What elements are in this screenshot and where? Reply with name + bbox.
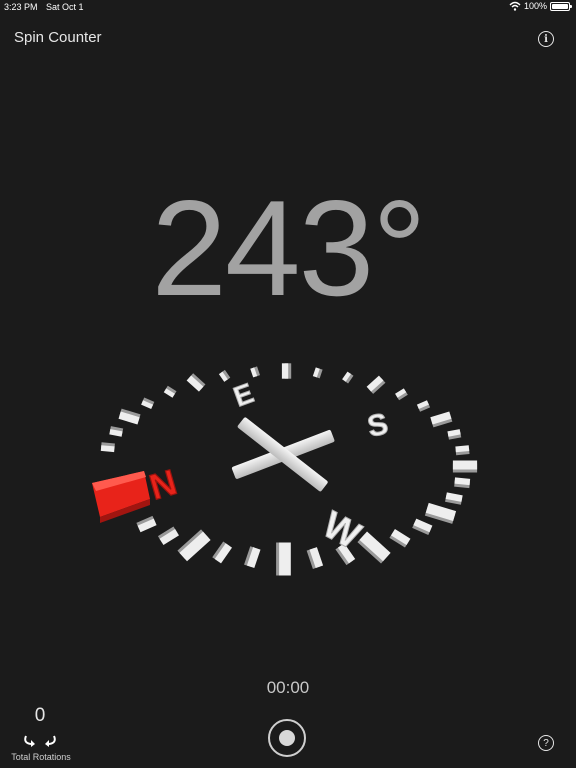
compass-tick — [244, 546, 261, 569]
status-time: 3:23 PM — [4, 2, 38, 12]
degree-readout: 243° — [151, 172, 426, 324]
compass-tick — [412, 518, 433, 535]
compass-tick — [416, 400, 431, 412]
compass-tick — [430, 411, 453, 428]
compass-tick — [424, 502, 457, 524]
compass-tick — [177, 529, 211, 562]
compass-tick — [306, 547, 324, 570]
app-title: Spin Counter — [14, 29, 102, 46]
record-button[interactable] — [268, 719, 306, 757]
compass-tick — [276, 542, 291, 576]
status-bar: 3:23 PM Sat Oct 1 100% — [0, 0, 576, 16]
compass-tick — [212, 541, 233, 564]
compass-tick — [186, 373, 206, 392]
wifi-icon — [509, 1, 521, 11]
total-rotations-label: Total Rotations — [11, 752, 71, 762]
battery-percent: 100% — [523, 1, 547, 11]
compass-tick — [250, 366, 261, 378]
compass-tick — [141, 397, 155, 410]
info-icon[interactable]: i — [538, 31, 554, 47]
compass-tick — [342, 371, 354, 384]
elapsed-timer: 00:00 — [266, 678, 310, 697]
compass-tick — [454, 477, 471, 489]
compass-tick — [447, 429, 462, 440]
compass-label-north: N — [145, 461, 181, 508]
status-indicators: 100% — [509, 1, 572, 11]
compass-label-west: W — [316, 504, 368, 558]
battery-icon — [550, 1, 572, 11]
compass-tick — [312, 367, 323, 379]
status-date: Sat Oct 1 — [46, 2, 84, 12]
compass-tick — [118, 408, 141, 425]
rotate-arrows-icon — [24, 735, 56, 747]
compass-tick — [100, 442, 115, 453]
help-icon[interactable]: ? — [538, 735, 554, 751]
compass-tick — [109, 426, 124, 437]
rotation-count: 0 — [34, 705, 46, 726]
compass-tick — [445, 492, 463, 505]
compass-north-marker: N — [92, 461, 182, 523]
compass-tick — [452, 460, 478, 473]
compass-center-mark — [231, 417, 335, 492]
compass-tick — [157, 526, 179, 546]
compass-tick — [455, 445, 470, 456]
compass-label-east: E — [229, 377, 257, 413]
compass-dial: E S W N — [92, 363, 478, 576]
compass-tick — [357, 531, 391, 564]
compass-tick — [218, 369, 231, 382]
compass-tick — [136, 515, 157, 533]
compass-tick — [163, 385, 177, 398]
compass-tick — [366, 375, 386, 394]
record-icon — [279, 730, 295, 746]
compass-label-south: S — [365, 407, 391, 443]
compass-tick — [395, 388, 408, 401]
compass-tick — [389, 529, 411, 548]
compass-tick — [281, 363, 292, 379]
